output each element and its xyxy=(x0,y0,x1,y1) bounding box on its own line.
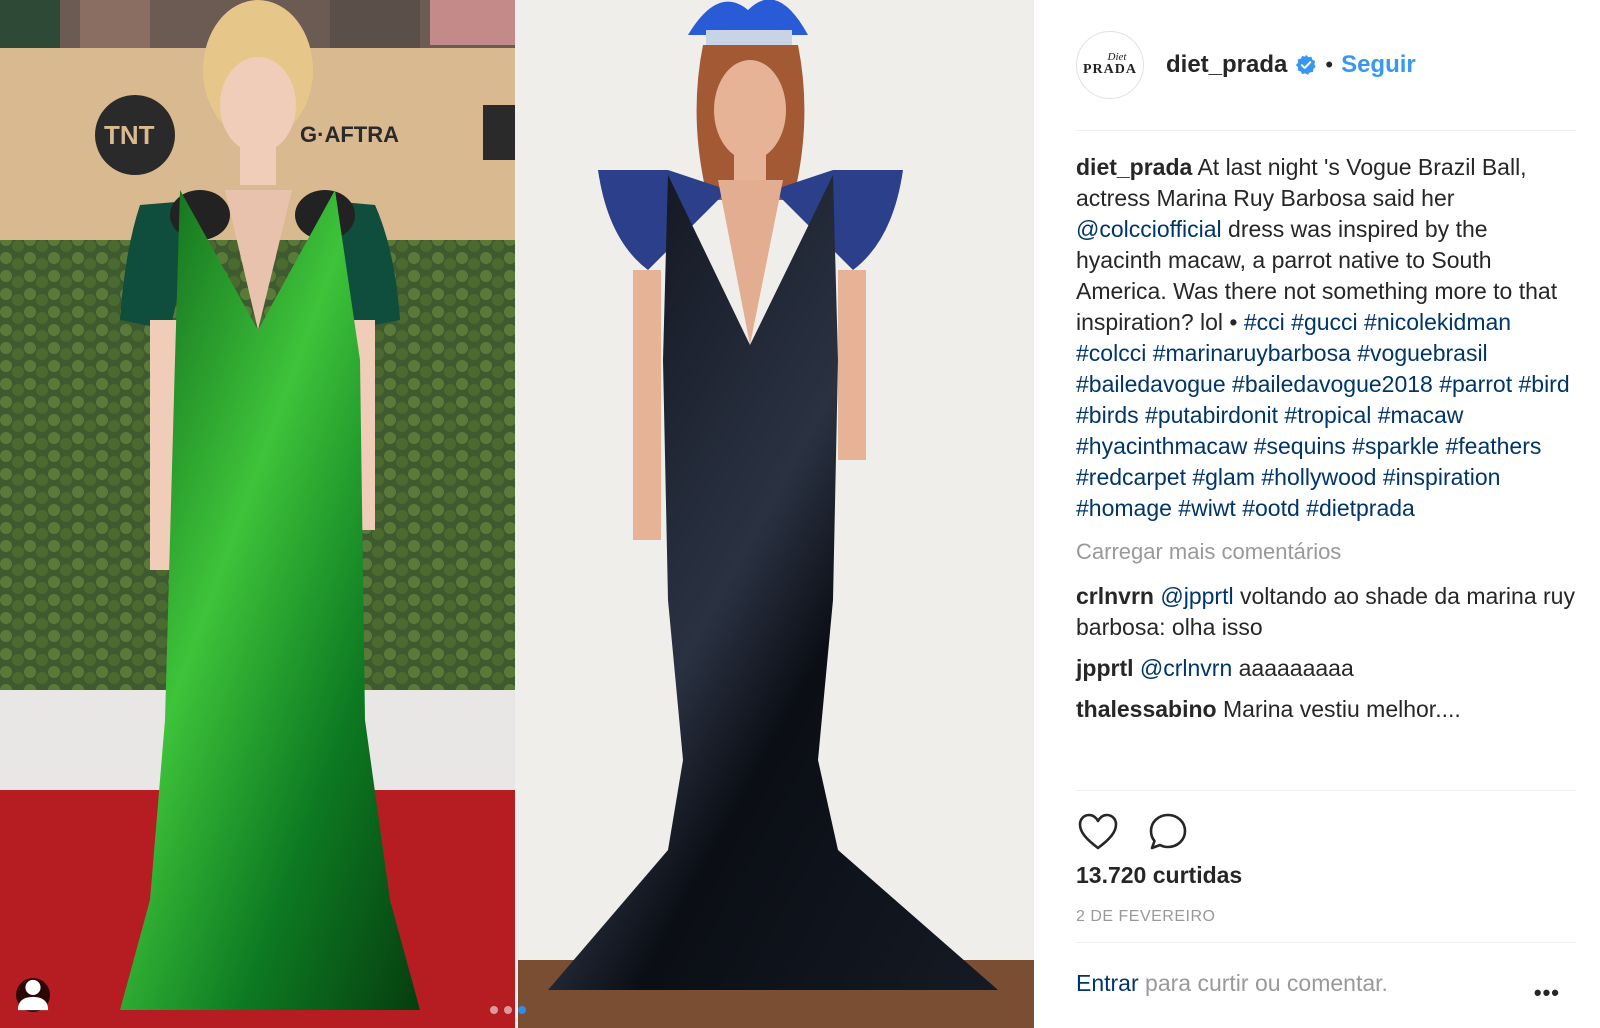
login-prompt: Entrar para curtir ou comentar. xyxy=(1076,970,1388,997)
caption-hashtags[interactable]: #cci #gucci #nicolekidman #colcci #marin… xyxy=(1076,309,1570,521)
caption: diet_prada At last night 's Vogue Brazil… xyxy=(1076,152,1576,524)
carousel-dot[interactable] xyxy=(490,1006,498,1014)
comment-username[interactable]: thalessabino xyxy=(1076,696,1217,722)
header-separator: • xyxy=(1325,52,1334,77)
carousel-indicator xyxy=(490,1006,526,1014)
avatar[interactable]: Diet PRADA xyxy=(1076,31,1144,99)
comment-item: jpprtl @crlnvrn aaaaaaaaa xyxy=(1076,653,1576,684)
header-divider xyxy=(1076,130,1576,131)
more-options-button[interactable]: ••• xyxy=(1534,980,1560,1006)
follow-button[interactable]: Seguir xyxy=(1341,51,1416,79)
verified-badge-icon xyxy=(1296,54,1317,75)
comment-username[interactable]: jpprtl xyxy=(1076,655,1134,681)
post-date: 2 DE FEVEREIRO xyxy=(1076,908,1216,925)
post-sidebar: Diet PRADA diet_prada • Seguir diet_prad… xyxy=(1034,0,1600,1028)
action-bar xyxy=(1076,810,1190,854)
login-prompt-text: para curtir ou comentar. xyxy=(1145,970,1388,996)
likes-count[interactable]: 13.720 curtidas xyxy=(1076,862,1242,889)
comment-text: aaaaaaaaa xyxy=(1238,655,1354,681)
carousel-dot-active[interactable] xyxy=(518,1006,526,1014)
avatar-logo-top: Diet xyxy=(1107,51,1127,63)
comments-area: diet_prada At last night 's Vogue Brazil… xyxy=(1076,152,1576,725)
photo-left-image: TNT G·AFTRA xyxy=(0,0,515,1028)
caption-username[interactable]: diet_prada xyxy=(1076,154,1192,180)
comment-text: Marina vestiu melhor.... xyxy=(1223,696,1461,722)
carousel-dot[interactable] xyxy=(504,1006,512,1014)
caption-mention[interactable]: @colcciofficial xyxy=(1076,216,1222,242)
comment-mention[interactable]: @crlnvrn xyxy=(1140,655,1232,681)
load-more-comments-button[interactable]: Carregar mais comentários xyxy=(1076,536,1576,567)
post-header: Diet PRADA diet_prada • Seguir xyxy=(1076,30,1416,100)
heart-icon[interactable] xyxy=(1076,810,1120,854)
comments-divider xyxy=(1076,790,1576,791)
avatar-logo-bottom: PRADA xyxy=(1083,62,1137,77)
post-media[interactable]: TNT G·AFTRA xyxy=(0,0,1034,1028)
photo-left: TNT G·AFTRA xyxy=(0,0,515,1028)
user-tag-icon xyxy=(17,979,49,1011)
comment-item: crlnvrn @jpprtl voltando ao shade da mar… xyxy=(1076,581,1576,643)
user-tags-button[interactable] xyxy=(16,978,50,1012)
comment-username[interactable]: crlnvrn xyxy=(1076,583,1154,609)
comment-item: thalessabino Marina vestiu melhor.... xyxy=(1076,694,1576,725)
login-link[interactable]: Entrar xyxy=(1076,970,1139,996)
photo-right xyxy=(518,0,1034,1028)
photo-right-image xyxy=(518,0,1034,1028)
comment-icon[interactable] xyxy=(1146,810,1190,854)
svg-text:TNT: TNT xyxy=(104,120,155,150)
comment-mention[interactable]: @jpprtl xyxy=(1160,583,1233,609)
post-username[interactable]: diet_prada xyxy=(1166,51,1287,79)
svg-text:G·AFTRA: G·AFTRA xyxy=(300,122,399,147)
footer-divider xyxy=(1076,942,1576,943)
